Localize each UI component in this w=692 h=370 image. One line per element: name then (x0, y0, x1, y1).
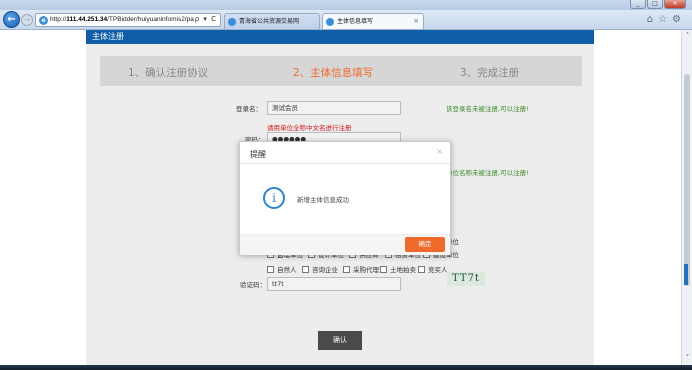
back-arrow-icon[interactable]: ← (3, 11, 20, 28)
step-complete: 3、完成注册 (460, 67, 520, 79)
dialog-title: 提醒 (250, 150, 266, 159)
step-confirm-agreement: 1、确认注册协议 (128, 67, 209, 79)
browser-navbar: ← → e http://111.44.251.34/TPBidder/huiy… (0, 10, 692, 30)
scroll-thumb[interactable] (684, 74, 690, 286)
dialog-divider (240, 163, 450, 164)
forward-arrow-icon[interactable]: → (21, 14, 33, 26)
browser-toolbar-icons[interactable]: ⌂☆⚙ (647, 14, 686, 25)
page-title: 主体注册 (92, 32, 124, 41)
unit-name-tip: 请用单位全称中文名进行注册 (267, 124, 352, 132)
login-name-label: 登录名： (236, 105, 262, 113)
tab-qinghai-trading[interactable]: 青海省公共资源交易网 (224, 13, 320, 29)
info-icon: i (263, 187, 285, 209)
scroll-marker (684, 264, 688, 285)
step-fill-info: 2、主体信息填写 (293, 67, 374, 79)
tab-label: 青海省公共资源交易网 (239, 18, 300, 25)
checkbox-consulting[interactable]: 咨询企业 (302, 264, 338, 274)
reminder-dialog: 提醒 × i 新增主体信息成功 确定 (239, 141, 451, 255)
tab-label: 主体信息填写 (337, 18, 374, 25)
unit-name-hint: 单位名称未被注册,可以注册! (446, 169, 529, 177)
dialog-close-icon[interactable]: × (436, 147, 443, 156)
step-bar: 1、确认注册协议 2、主体信息填写 3、完成注册 (100, 56, 582, 86)
checkbox-land-auction[interactable]: 土地拍卖 (380, 264, 416, 274)
address-bar[interactable]: e http://111.44.251.34/TPBidder/huiyuani… (35, 13, 221, 27)
captcha-label: 验证码： (240, 281, 266, 289)
captcha-input[interactable]: tt7t (267, 277, 401, 291)
taskbar (0, 365, 692, 370)
tab-close-icon[interactable]: × (413, 14, 419, 29)
checkbox-procurement-agent[interactable]: 采购代理 (343, 264, 379, 274)
maximize-button[interactable]: □ (647, 0, 663, 9)
address-tools-icon[interactable]: ρ ▾ C (195, 15, 217, 23)
address-url: http://111.44.251.34/TPBidder/huiyuaninf… (50, 16, 194, 23)
checkbox-bidder[interactable]: 竞买人 (418, 264, 448, 274)
window-titlebar: _ □ × (0, 0, 692, 10)
tab-subject-info[interactable]: 主体信息填写 × (322, 13, 424, 29)
captcha-image[interactable]: TT7t (447, 272, 485, 286)
confirm-button[interactable]: 确认 (318, 331, 362, 350)
scroll-up-arrow-icon[interactable]: ˄ (683, 32, 692, 41)
page-header: 主体注册 (86, 30, 594, 44)
tab-favicon-icon (326, 18, 334, 26)
tab-favicon-icon (228, 18, 236, 26)
page-scrollbar[interactable]: ˄ ˅ (681, 30, 692, 365)
scroll-down-arrow-icon[interactable]: ˅ (683, 354, 692, 363)
login-name-hint: 该登录名未被注册,可以注册! (446, 105, 529, 113)
ie-icon: e (39, 16, 48, 25)
close-window-button[interactable]: × (664, 0, 686, 9)
checkbox-natural-person[interactable]: 自然人 (267, 264, 297, 274)
dialog-ok-button[interactable]: 确定 (405, 237, 445, 252)
dialog-message: 新增主体信息成功 (297, 196, 349, 204)
minimize-button[interactable]: _ (630, 0, 646, 9)
login-name-input[interactable]: 测试会员 (267, 101, 401, 115)
